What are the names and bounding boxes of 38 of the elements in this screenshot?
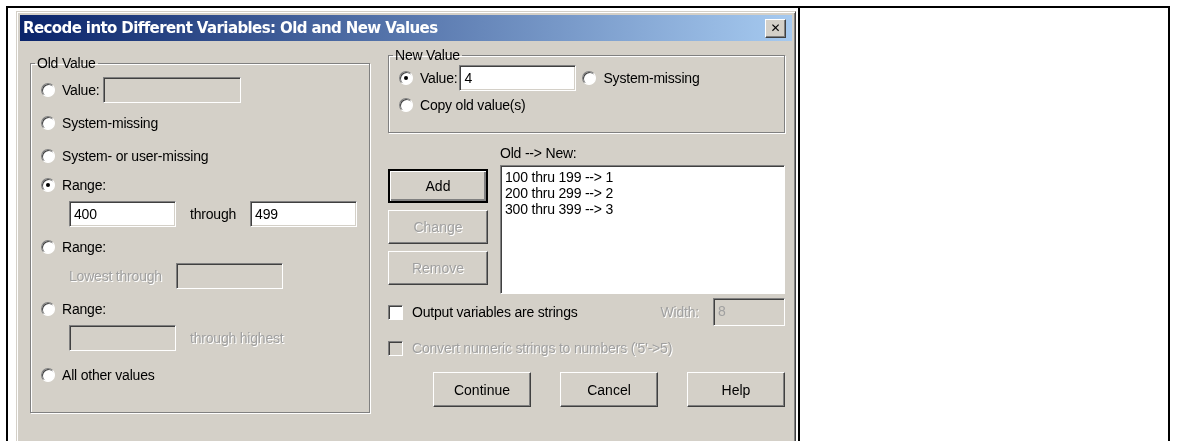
list-button[interactable]: Add <box>388 169 488 203</box>
checkbox[interactable] <box>388 304 403 320</box>
value-field[interactable]: 4 <box>459 65 577 91</box>
range-field[interactable]: 499 <box>250 201 358 227</box>
checkbox-label: Output variables are strings <box>412 304 578 320</box>
radio-label: Value: <box>62 81 100 98</box>
radio-label: System- or user-missing <box>62 147 209 164</box>
radio-button[interactable] <box>41 82 55 97</box>
window-title: Recode into Different Variables: Old and New Values <box>23 19 438 37</box>
list-item[interactable]: 200 thru 299 --> 2 <box>505 185 614 201</box>
close-button[interactable]: ✕ <box>765 18 786 38</box>
radio-label: System-missing <box>62 114 158 131</box>
range-field[interactable]: 400 <box>69 201 176 227</box>
list-item[interactable]: 300 thru 399 --> 3 <box>505 201 614 217</box>
group-label: New Value <box>394 47 461 63</box>
list-label: Old --> New: <box>500 145 578 161</box>
radio-button[interactable] <box>399 71 413 85</box>
radio-button[interactable] <box>399 98 413 112</box>
radio-label: All other values <box>62 366 155 383</box>
radio-button[interactable] <box>41 367 55 382</box>
radio-label: Range: <box>62 177 106 193</box>
radio-button[interactable] <box>41 302 55 316</box>
radio-button[interactable] <box>41 148 55 163</box>
group-label: Old Value <box>36 55 97 71</box>
radio-button[interactable] <box>41 115 55 130</box>
dialog-button[interactable]: Continue <box>433 372 531 407</box>
dialog-button[interactable]: Cancel <box>560 372 658 407</box>
radio-button[interactable] <box>41 178 55 192</box>
list-item[interactable]: 100 thru 199 --> 1 <box>505 169 614 185</box>
radio-label: System-missing <box>603 70 700 86</box>
radio-label: Value: <box>420 70 458 86</box>
radio-button[interactable] <box>582 71 597 85</box>
range-text: through <box>190 206 237 222</box>
radio-label: Range: <box>62 301 106 317</box>
radio-label: Range: <box>62 239 106 255</box>
dialog-button[interactable]: Help <box>687 372 785 407</box>
radio-button[interactable] <box>41 240 55 254</box>
radio-label: Copy old value(s) <box>420 97 526 113</box>
